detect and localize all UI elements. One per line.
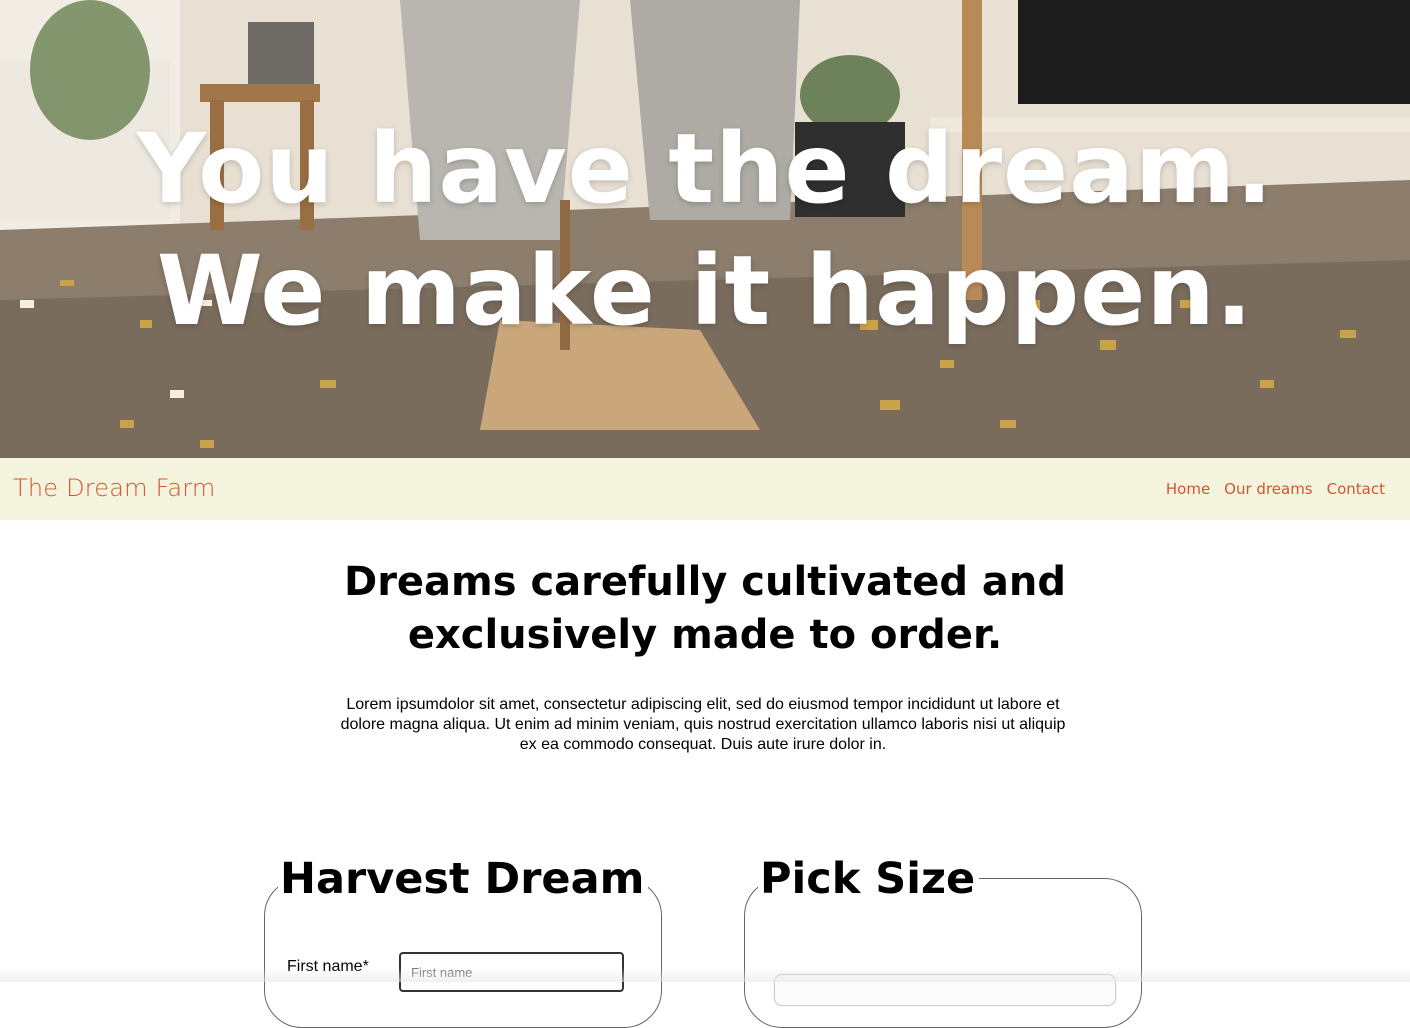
hero-headline: You have the dream. We make it happen.: [0, 108, 1410, 352]
nav-link-our-dreams[interactable]: Our dreams: [1224, 480, 1312, 498]
main-heading-line-1: Dreams carefully cultivated and: [343, 559, 1067, 605]
pick-size-legend: Pick Size: [758, 855, 980, 903]
brand-logo-text[interactable]: The Dream Farm: [13, 474, 216, 502]
bottom-fade: [0, 968, 1410, 982]
intro-paragraph: Lorem ipsumdolor sit amet, consectetur a…: [340, 696, 1066, 753]
main-heading-line-2: exclusively made to order.: [407, 612, 1003, 658]
size-select[interactable]: [774, 974, 1116, 1006]
main-heading: Dreams carefully cultivated and exclusiv…: [0, 556, 1410, 662]
nav-link-home[interactable]: Home: [1166, 480, 1210, 498]
navbar: The Dream Farm Home Our dreams Contact: [0, 458, 1410, 520]
hero-headline-line-2: We make it happen.: [156, 235, 1254, 347]
nav-link-contact[interactable]: Contact: [1327, 480, 1385, 498]
nav-links: Home Our dreams Contact: [1166, 480, 1385, 498]
first-name-input[interactable]: [399, 952, 624, 992]
harvest-dream-legend: Harvest Dream: [278, 855, 649, 903]
hero-section: You have the dream. We make it happen.: [0, 0, 1410, 458]
hero-headline-line-1: You have the dream.: [136, 113, 1274, 225]
first-name-label: First name*: [287, 958, 369, 975]
